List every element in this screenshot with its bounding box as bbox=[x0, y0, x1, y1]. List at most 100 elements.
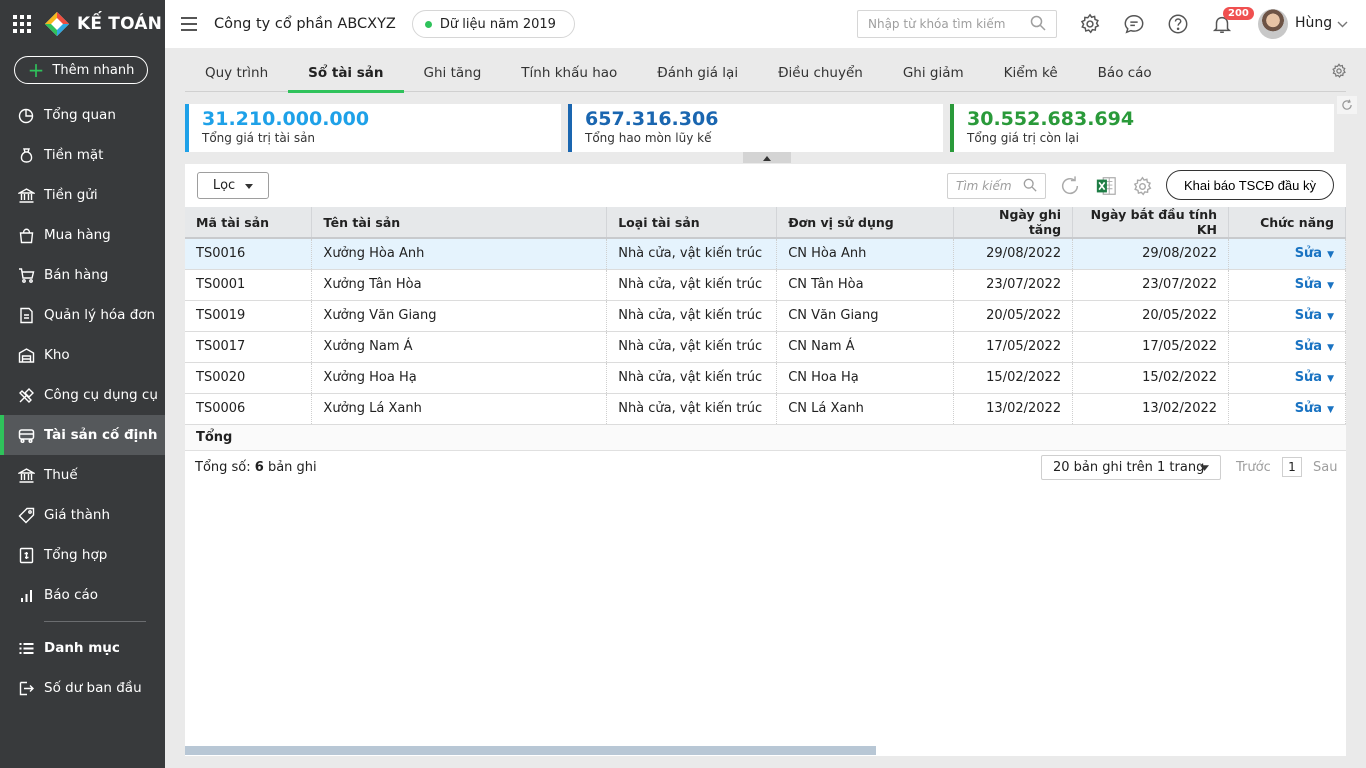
sidebar-item-so-du-ban-dau[interactable]: Số dư ban đầu bbox=[0, 668, 165, 708]
caret-down-icon[interactable]: ▼ bbox=[1327, 250, 1334, 260]
collapse-summary-toggle[interactable] bbox=[743, 152, 791, 163]
pager-prev-button[interactable]: Trước bbox=[1236, 460, 1271, 475]
cell-action: Sửa ▼ bbox=[1228, 331, 1346, 363]
chat-icon[interactable] bbox=[1122, 12, 1146, 36]
declare-opening-asset-button[interactable]: Khai báo TSCĐ đầu kỳ bbox=[1166, 170, 1334, 200]
table-row[interactable]: TS0017 Xưởng Nam Á Nhà cửa, vật kiến trú… bbox=[185, 331, 1346, 363]
caret-down-icon bbox=[1200, 460, 1209, 475]
cell-name: Xưởng Lá Xanh bbox=[311, 393, 608, 425]
col-header-code[interactable]: Mã tài sản bbox=[185, 207, 313, 239]
edit-link[interactable]: Sửa bbox=[1295, 370, 1322, 385]
col-header-name[interactable]: Tên tài sản bbox=[311, 207, 608, 239]
tab-ghi-giam[interactable]: Ghi giảm bbox=[883, 54, 984, 92]
table-search-input[interactable]: Tìm kiếm bbox=[947, 173, 1046, 199]
caret-down-icon[interactable]: ▼ bbox=[1327, 281, 1334, 291]
tab-tinh-khau-hao[interactable]: Tính khấu hao bbox=[501, 54, 637, 92]
tab-bao-cao[interactable]: Báo cáo bbox=[1078, 54, 1172, 92]
company-name[interactable]: Công ty cổ phần ABCXYZ bbox=[214, 16, 396, 32]
pager-next-button[interactable]: Sau bbox=[1313, 460, 1337, 475]
sidebar-item-tong-hop[interactable]: Tổng hợp bbox=[0, 535, 165, 575]
refresh-summary-icon[interactable] bbox=[1337, 96, 1357, 114]
sidebar-item-label: Danh mục bbox=[44, 640, 120, 656]
price-tag-icon bbox=[17, 506, 35, 524]
edit-link[interactable]: Sửa bbox=[1295, 339, 1322, 354]
edit-link[interactable]: Sửa bbox=[1295, 277, 1322, 292]
edit-link[interactable]: Sửa bbox=[1295, 246, 1322, 261]
cell-name: Xưởng Tân Hòa bbox=[311, 269, 608, 301]
sidebar-item-thue[interactable]: Thuế bbox=[0, 455, 165, 495]
col-header-date-add[interactable]: Ngày ghi tăng bbox=[953, 207, 1074, 239]
horizontal-scrollbar[interactable] bbox=[185, 746, 876, 755]
sidebar-item-label: Quản lý hóa đơn bbox=[44, 307, 156, 323]
edit-link[interactable]: Sửa bbox=[1295, 401, 1322, 416]
caret-down-icon[interactable]: ▼ bbox=[1327, 405, 1334, 415]
sidebar-item-quan-ly-hoa-don[interactable]: Quản lý hóa đơn bbox=[0, 295, 165, 335]
sidebar-item-label: Tổng hợp bbox=[44, 547, 108, 563]
caret-down-icon[interactable]: ▼ bbox=[1327, 312, 1334, 322]
sidebar-item-label: Tiền gửi bbox=[44, 187, 98, 203]
quick-add-button[interactable]: + Thêm nhanh bbox=[14, 56, 148, 84]
summary-label: Tổng hao mòn lũy kế bbox=[585, 131, 712, 145]
table-settings-gear-icon[interactable] bbox=[1130, 174, 1154, 198]
user-name[interactable]: Hùng bbox=[1295, 15, 1332, 31]
table-row[interactable]: TS0006 Xưởng Lá Xanh Nhà cửa, vật kiến t… bbox=[185, 393, 1346, 425]
summary-value: 657.316.306 bbox=[585, 108, 719, 130]
col-header-unit[interactable]: Đơn vị sử dụng bbox=[776, 207, 955, 239]
table-row[interactable]: TS0020 Xưởng Hoa Hạ Nhà cửa, vật kiến tr… bbox=[185, 362, 1346, 394]
sidebar-item-tien-mat[interactable]: Tiền mặt bbox=[0, 135, 165, 175]
sidebar-item-gia-thanh[interactable]: Giá thành bbox=[0, 495, 165, 535]
pager-current-page[interactable]: 1 bbox=[1282, 457, 1302, 477]
summary-value: 31.210.000.000 bbox=[202, 108, 370, 130]
money-bag-icon bbox=[17, 146, 35, 164]
app-grid-icon[interactable] bbox=[13, 15, 31, 33]
sidebar-item-cong-cu-dung-cu[interactable]: Công cụ dụng cụ bbox=[0, 375, 165, 415]
settings-gear-icon[interactable] bbox=[1078, 12, 1102, 36]
caret-down-icon[interactable]: ▼ bbox=[1327, 374, 1334, 384]
cell-date-add: 15/02/2022 bbox=[953, 362, 1074, 394]
sidebar-item-tien-gui[interactable]: Tiền gửi bbox=[0, 175, 165, 215]
summary-label: Tổng giá trị tài sản bbox=[202, 131, 316, 145]
sidebar-item-bao-cao[interactable]: Báo cáo bbox=[0, 575, 165, 615]
page-size-select[interactable]: 20 bản ghi trên 1 trang bbox=[1041, 455, 1221, 480]
sidebar-item-danh-muc[interactable]: Danh mục bbox=[0, 628, 165, 668]
sidebar-item-tai-san-co-dinh[interactable]: Tài sản cố định bbox=[0, 415, 165, 455]
invoice-icon bbox=[17, 306, 35, 324]
col-header-type[interactable]: Loại tài sản bbox=[606, 207, 778, 239]
sidebar-item-mua-hang[interactable]: Mua hàng bbox=[0, 215, 165, 255]
caret-down-icon[interactable]: ▼ bbox=[1327, 343, 1334, 353]
bank-icon bbox=[17, 186, 35, 204]
sidebar-item-ban-hang[interactable]: Bán hàng bbox=[0, 255, 165, 295]
tab-dieu-chuyen[interactable]: Điều chuyển bbox=[758, 54, 883, 92]
refresh-icon[interactable] bbox=[1058, 174, 1082, 198]
global-search-input[interactable]: Nhập từ khóa tìm kiếm bbox=[857, 10, 1057, 38]
sidebar-item-kho[interactable]: Kho bbox=[0, 335, 165, 375]
table-row[interactable]: TS0016 Xưởng Hòa Anh Nhà cửa, vật kiến t… bbox=[185, 238, 1346, 270]
tab-so-tai-san[interactable]: Sổ tài sản bbox=[288, 54, 404, 93]
table-row[interactable]: TS0001 Xưởng Tân Hòa Nhà cửa, vật kiến t… bbox=[185, 269, 1346, 301]
tab-danh-gia-lai[interactable]: Đánh giá lại bbox=[637, 54, 758, 92]
tab-settings-gear-icon[interactable] bbox=[1331, 63, 1347, 83]
asset-table: Mã tài sản Tên tài sản Loại tài sản Đơn … bbox=[185, 207, 1346, 451]
menu-icon[interactable] bbox=[181, 17, 197, 31]
tab-kiem-ke[interactable]: Kiểm kê bbox=[984, 54, 1078, 92]
asset-register-panel: Lọc Tìm kiếm Khai báo TSCĐ đầu kỳ Mã tài… bbox=[185, 164, 1346, 756]
data-year-selector[interactable]: Dữ liệu năm 2019 bbox=[411, 10, 575, 38]
chevron-down-icon[interactable] bbox=[1337, 17, 1348, 32]
excel-export-icon[interactable] bbox=[1094, 174, 1118, 198]
user-avatar[interactable] bbox=[1258, 9, 1288, 39]
table-row[interactable]: TS0019 Xưởng Văn Giang Nhà cửa, vật kiến… bbox=[185, 300, 1346, 332]
tab-quy-trinh[interactable]: Quy trình bbox=[185, 54, 288, 92]
shopping-bag-icon bbox=[17, 226, 35, 244]
edit-link[interactable]: Sửa bbox=[1295, 308, 1322, 323]
sidebar-item-tong-quan[interactable]: Tổng quan bbox=[0, 95, 165, 135]
table-header-row: Mã tài sản Tên tài sản Loại tài sản Đơn … bbox=[185, 207, 1346, 239]
bar-chart-icon bbox=[17, 586, 35, 604]
tab-ghi-tang[interactable]: Ghi tăng bbox=[404, 54, 502, 92]
filter-button[interactable]: Lọc bbox=[197, 172, 269, 199]
cell-date-add: 29/08/2022 bbox=[953, 238, 1074, 270]
sidebar-nav: Tổng quan Tiền mặt Tiền gửi Mua hàng Bán… bbox=[0, 95, 165, 708]
help-icon[interactable] bbox=[1166, 12, 1190, 36]
cell-unit: CN Hòa Anh bbox=[776, 238, 955, 270]
col-header-date-dep[interactable]: Ngày bắt đầu tính KH bbox=[1072, 207, 1230, 239]
cell-date-add: 23/07/2022 bbox=[953, 269, 1074, 301]
